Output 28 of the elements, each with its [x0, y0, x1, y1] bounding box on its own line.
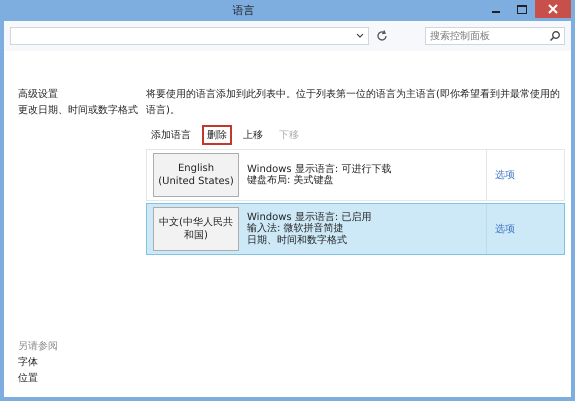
language-name-button[interactable]: English (United States)	[153, 153, 239, 197]
sidebar-link[interactable]: 字体	[18, 355, 146, 371]
language-detail: 日期、时间和数字格式	[247, 234, 348, 246]
language-name-button[interactable]: 中文(中华人民共和国)	[153, 207, 239, 251]
language-row[interactable]: 中文(中华人民共和国) Windows 显示语言: 已启用 输入法: 微软拼音简捷 日期、时间和数字格式 选项	[146, 203, 565, 255]
sidebar-link[interactable]: 更改日期、时间或数字格式	[18, 103, 146, 119]
toolbar-button[interactable]: 添加语言	[146, 125, 196, 145]
toolbar-button[interactable]: 删除	[202, 125, 232, 145]
toolbar-button[interactable]: 上移	[238, 125, 268, 145]
language-detail: Windows 显示语言: 可进行下载	[247, 164, 392, 174]
language-detail: 键盘布局: 美式键盘	[247, 175, 335, 186]
close-button[interactable]	[535, 0, 571, 18]
caret-icon[interactable]	[356, 33, 364, 39]
search-icon[interactable]	[549, 30, 561, 42]
address-field[interactable]	[10, 27, 369, 45]
sidebar-link[interactable]: 高级设置	[18, 87, 146, 103]
close-icon	[548, 4, 558, 14]
options-link[interactable]: 选项	[495, 170, 515, 181]
refresh-icon[interactable]	[375, 29, 389, 43]
window-title: 语言	[232, 3, 256, 18]
language-detail: Windows 显示语言: 已启用	[247, 212, 372, 223]
see-also-heading: 另请参阅	[18, 340, 59, 354]
description-text: 将要使用的语言添加到此列表中。位于列表第一位的语言为主语言(即你希望看到并最常使用的语言)。	[146, 88, 561, 118]
search-field[interactable]: 搜索控制面板	[425, 27, 565, 45]
options-link[interactable]: 选项	[495, 224, 515, 235]
language-detail: 输入法: 微软拼音简捷	[247, 223, 345, 234]
language-row[interactable]: English (United States) Windows 显示语言: 可进行下载 键盘布局: 美式键盘 选项	[146, 149, 565, 201]
sidebar-link[interactable]: 位置	[18, 371, 146, 387]
